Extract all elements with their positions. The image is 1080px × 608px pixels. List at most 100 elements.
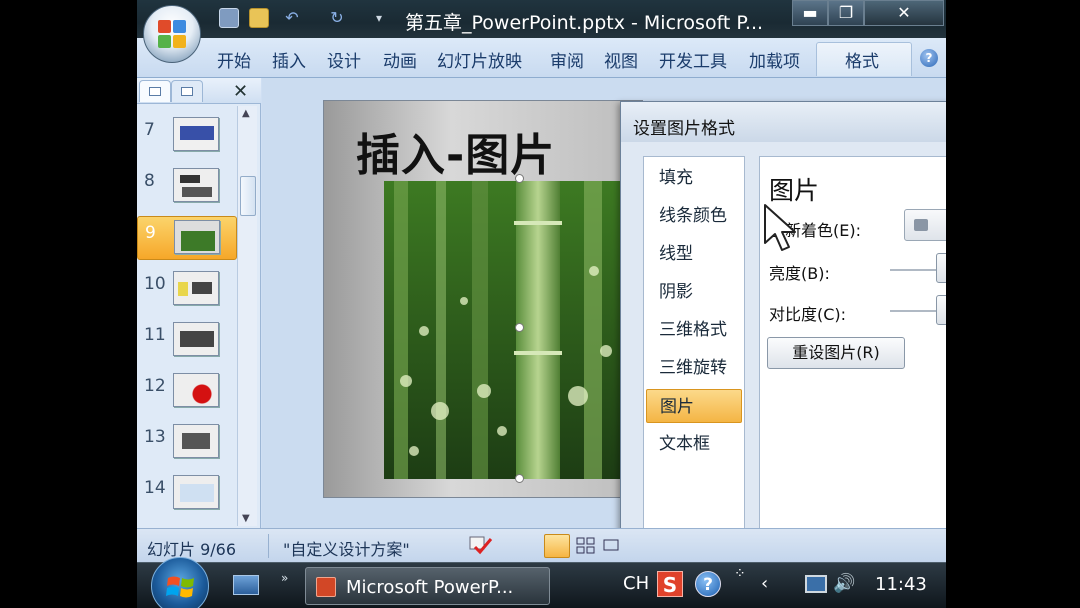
format-picture-dialog: 设置图片格式 填充 线条颜色 线型 阴影 三维格式 三维旋转 图片 文本框 图片… [620, 101, 946, 572]
slide-thumb-13[interactable]: 13 [137, 421, 237, 465]
tab-view[interactable]: 视图 [604, 47, 638, 72]
slide-thumbnail [173, 168, 219, 202]
tab-slides[interactable] [139, 80, 171, 102]
scroll-up-icon[interactable]: ▲ [242, 108, 250, 119]
slide-thumb-7[interactable]: 7 [137, 114, 237, 158]
slide-thumb-9[interactable]: 9 [137, 216, 237, 260]
quicklaunch-more-icon[interactable]: » [281, 571, 288, 585]
tab-developer[interactable]: 开发工具 [659, 47, 727, 72]
slide-thumb-12[interactable]: 12 [137, 370, 237, 414]
slide-thumbnail [173, 475, 219, 509]
tab-design[interactable]: 设计 [327, 47, 361, 72]
current-slide[interactable]: 插入-图片 [323, 100, 643, 498]
save-icon[interactable] [219, 8, 239, 28]
tab-insert[interactable]: 插入 [272, 47, 306, 72]
nav-text-box[interactable]: 文本框 [646, 427, 742, 461]
bamboo-picture[interactable] [384, 181, 642, 479]
ribbon-tabs: 开始 插入 设计 动画 幻灯片放映 审阅 视图 开发工具 加载项 格式 ? [137, 38, 946, 78]
slide-thumb-10[interactable]: 10 [137, 268, 237, 312]
slide-thumbnail [173, 424, 219, 458]
tab-addins[interactable]: 加载项 [749, 47, 800, 72]
theme-name: "自定义设计方案" [283, 540, 410, 559]
slide-title[interactable]: 插入-图片 [356, 119, 555, 183]
slide-number: 8 [144, 171, 155, 191]
windows-logo-icon [166, 576, 194, 598]
slide-thumb-8[interactable]: 8 [137, 165, 237, 209]
recolor-button[interactable] [904, 209, 946, 241]
close-pane-icon[interactable]: ✕ [233, 81, 248, 102]
start-button[interactable] [151, 557, 209, 608]
slide-thumbnail [173, 271, 219, 305]
slide-thumb-14[interactable]: 14 [137, 472, 237, 516]
mouse-cursor-icon [764, 204, 796, 251]
redo-icon[interactable]: ↻ [327, 8, 347, 28]
contrast-slider-knob[interactable] [936, 295, 946, 325]
slide-counter: 幻灯片 9/66 [147, 540, 237, 559]
slide-number: 13 [144, 427, 166, 447]
title-bar: ↶ ↻ ▾ 第五章_PowerPoint.pptx - Microsoft P.… [137, 0, 946, 38]
outline-icon [181, 87, 193, 96]
brightness-slider-knob[interactable] [936, 253, 946, 283]
slide-thumbnail [173, 322, 219, 356]
tab-format-label[interactable]: 格式 [845, 47, 879, 72]
slide-number: 11 [144, 325, 166, 345]
network-icon[interactable] [805, 575, 827, 593]
nav-line-style[interactable]: 线型 [646, 237, 742, 271]
normal-view-icon[interactable] [544, 534, 570, 558]
taskbar-powerpoint[interactable]: Microsoft PowerP... [305, 567, 550, 605]
close-button[interactable]: ✕ [864, 0, 944, 26]
scroll-thumb[interactable] [240, 176, 256, 216]
customize-qat-icon[interactable]: ▾ [369, 8, 389, 28]
scroll-down-icon[interactable]: ▼ [242, 513, 250, 524]
slideshow-icon[interactable] [602, 534, 620, 558]
tray-help-icon[interactable]: ? [695, 571, 721, 597]
help-icon[interactable]: ? [920, 49, 938, 67]
slides-icon [149, 87, 161, 96]
slide-thumbnail [173, 117, 219, 151]
slide-thumbnail [173, 373, 219, 407]
minimize-button[interactable]: ▬ [792, 0, 828, 26]
nav-3d-format[interactable]: 三维格式 [646, 313, 742, 347]
slide-number: 10 [144, 274, 166, 294]
selection-handle[interactable] [515, 174, 524, 183]
clock[interactable]: 11:43 [875, 574, 927, 595]
spellcheck-icon[interactable] [467, 535, 493, 555]
office-button[interactable] [143, 5, 201, 63]
tab-outline[interactable] [171, 80, 203, 102]
tray-expand-icon[interactable]: ‹ [761, 573, 768, 594]
selection-handle[interactable] [515, 474, 524, 483]
restore-button[interactable]: ❐ [828, 0, 864, 26]
nav-picture[interactable]: 图片 [646, 389, 742, 423]
language-indicator[interactable]: CH [623, 573, 649, 594]
bamboo-image [384, 181, 642, 479]
taskbar-app-label: Microsoft PowerP... [346, 577, 514, 598]
open-icon[interactable] [249, 8, 269, 28]
tab-slideshow[interactable]: 幻灯片放映 [437, 47, 522, 72]
ime-options-icon[interactable]: ⁘ [734, 566, 746, 582]
show-desktop-icon[interactable] [233, 575, 259, 595]
tab-review[interactable]: 审阅 [550, 47, 584, 72]
selection-handle[interactable] [515, 323, 524, 332]
nav-shadow[interactable]: 阴影 [646, 275, 742, 309]
slide-number: 9 [145, 223, 156, 243]
window-title: 第五章_PowerPoint.pptx - Microsoft P... [405, 12, 764, 34]
taskbar: » Microsoft PowerP... CH S ? ⁘ ‹ 🔊 11:43 [137, 557, 946, 608]
nav-fill[interactable]: 填充 [646, 161, 742, 195]
tab-home[interactable]: 开始 [217, 47, 251, 72]
ime-icon[interactable]: S [657, 571, 683, 597]
nav-line-color[interactable]: 线条颜色 [646, 199, 742, 233]
section-heading: 图片 [769, 176, 820, 205]
dialog-title-bar[interactable]: 设置图片格式 [621, 102, 946, 142]
slide-thumb-11[interactable]: 11 [137, 319, 237, 363]
volume-icon[interactable]: 🔊 [833, 573, 855, 594]
slide-sorter-icon[interactable] [573, 534, 599, 558]
office-logo-icon [158, 20, 186, 48]
slides-pane: ✕ 7 8 9 10 11 12 13 14 ▲ ▼ [137, 78, 261, 528]
dialog-nav: 填充 线条颜色 线型 阴影 三维格式 三维旋转 图片 文本框 [643, 156, 745, 572]
undo-icon[interactable]: ↶ [282, 8, 302, 28]
tab-animations[interactable]: 动画 [383, 47, 417, 72]
thumbnails-scrollbar[interactable]: ▲ ▼ [237, 106, 257, 526]
reset-picture-button[interactable]: 重设图片(R) [767, 337, 905, 369]
screen: ↶ ↻ ▾ 第五章_PowerPoint.pptx - Microsoft P.… [137, 0, 946, 608]
nav-3d-rotation[interactable]: 三维旋转 [646, 351, 742, 385]
